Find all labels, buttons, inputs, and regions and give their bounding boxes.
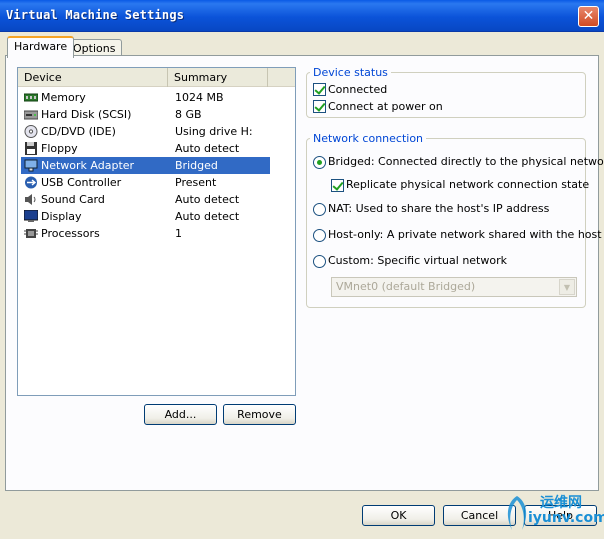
nat-radio[interactable] bbox=[313, 203, 326, 216]
device-summary: 1 bbox=[175, 227, 182, 240]
device-summary: Using drive H: bbox=[175, 125, 253, 138]
device-summary: 1024 MB bbox=[175, 91, 224, 104]
vm-settings-window: Virtual Machine Settings ✕ Hardware Opti… bbox=[0, 0, 604, 539]
device-summary: 8 GB bbox=[175, 108, 202, 121]
network-connection-legend: Network connection bbox=[310, 132, 427, 145]
display-icon bbox=[24, 210, 38, 222]
close-button[interactable]: ✕ bbox=[578, 6, 599, 27]
device-name: CD/DVD (IDE) bbox=[41, 125, 116, 138]
custom-label[interactable]: Custom: Specific virtual network bbox=[328, 254, 507, 267]
vmnet-select-value: VMnet0 (default Bridged) bbox=[336, 280, 476, 293]
memory-icon bbox=[24, 93, 38, 102]
window-title: Virtual Machine Settings bbox=[6, 8, 185, 22]
device-row-sound-card[interactable]: Sound Card Auto detect bbox=[21, 191, 270, 208]
remove-button[interactable]: Remove bbox=[223, 404, 296, 425]
device-name: Floppy bbox=[41, 142, 78, 155]
bridged-label[interactable]: Bridged: Connected directly to the physi… bbox=[328, 155, 604, 168]
column-summary[interactable]: Summary bbox=[168, 68, 268, 87]
hard-disk-icon bbox=[24, 110, 38, 120]
host-only-label[interactable]: Host-only: A private network shared with… bbox=[328, 228, 602, 241]
device-row-memory[interactable]: Memory 1024 MB bbox=[21, 89, 270, 106]
device-row-display[interactable]: Display Auto detect bbox=[21, 208, 270, 225]
ok-button[interactable]: OK bbox=[362, 505, 435, 526]
replicate-state-label[interactable]: Replicate physical network connection st… bbox=[346, 178, 589, 191]
cd-dvd-icon bbox=[24, 125, 38, 138]
device-row-network-adapter[interactable]: Network Adapter Bridged bbox=[21, 157, 270, 174]
tab-hardware[interactable]: Hardware bbox=[7, 36, 75, 58]
bridged-radio[interactable] bbox=[313, 156, 326, 169]
vmnet-select[interactable]: VMnet0 (default Bridged) ▼ bbox=[331, 277, 577, 297]
device-summary: Bridged bbox=[175, 159, 218, 172]
watermark-line1: 运维网 bbox=[540, 495, 582, 511]
tab-options-label: Options bbox=[73, 42, 116, 55]
device-name: USB Controller bbox=[41, 176, 122, 189]
title-bar[interactable]: Virtual Machine Settings ✕ bbox=[0, 0, 604, 32]
device-summary: Auto detect bbox=[175, 193, 240, 206]
chevron-down-icon[interactable]: ▼ bbox=[559, 279, 575, 295]
device-row-processors[interactable]: Processors 1 bbox=[21, 225, 270, 242]
connected-label[interactable]: Connected bbox=[328, 83, 387, 96]
column-device-label: Device bbox=[24, 71, 62, 84]
close-icon: ✕ bbox=[582, 8, 595, 24]
replicate-state-checkbox[interactable] bbox=[331, 179, 344, 192]
device-row-usb-controller[interactable]: USB Controller Present bbox=[21, 174, 270, 191]
device-name: Hard Disk (SCSI) bbox=[41, 108, 132, 121]
connected-checkbox[interactable] bbox=[313, 83, 326, 96]
floppy-icon bbox=[25, 142, 37, 155]
sound-card-icon bbox=[25, 194, 36, 205]
custom-radio[interactable] bbox=[313, 255, 326, 268]
add-button[interactable]: Add... bbox=[144, 404, 217, 425]
device-name: Sound Card bbox=[41, 193, 105, 206]
tab-hardware-label: Hardware bbox=[14, 40, 68, 53]
connect-at-power-on-checkbox[interactable] bbox=[313, 100, 326, 113]
device-list-header: Device Summary bbox=[18, 68, 295, 87]
usb-icon bbox=[25, 176, 37, 189]
column-device[interactable]: Device bbox=[18, 68, 168, 87]
device-status-legend: Device status bbox=[310, 66, 391, 79]
device-row-floppy[interactable]: Floppy Auto detect bbox=[21, 140, 270, 157]
device-list[interactable]: Device Summary Memory 1024 MB Hard Disk … bbox=[17, 67, 296, 396]
watermark-line2: iyunv.com bbox=[528, 510, 604, 526]
device-name: Memory bbox=[41, 91, 86, 104]
device-summary: Auto detect bbox=[175, 142, 240, 155]
device-row-hard-disk[interactable]: Hard Disk (SCSI) 8 GB bbox=[21, 106, 270, 123]
host-only-radio[interactable] bbox=[313, 229, 326, 242]
device-summary: Auto detect bbox=[175, 210, 240, 223]
nat-label[interactable]: NAT: Used to share the host's IP address bbox=[328, 202, 549, 215]
watermark: 运维网 iyunv.com bbox=[500, 492, 604, 536]
processor-icon bbox=[24, 229, 38, 238]
device-row-cd-dvd[interactable]: CD/DVD (IDE) Using drive H: bbox=[21, 123, 270, 140]
connect-at-power-on-label[interactable]: Connect at power on bbox=[328, 100, 443, 113]
device-name: Network Adapter bbox=[41, 159, 135, 172]
device-summary: Present bbox=[175, 176, 217, 189]
column-summary-label: Summary bbox=[174, 71, 228, 84]
device-name: Display bbox=[41, 210, 82, 223]
device-name: Processors bbox=[41, 227, 100, 240]
network-adapter-icon bbox=[24, 159, 38, 172]
